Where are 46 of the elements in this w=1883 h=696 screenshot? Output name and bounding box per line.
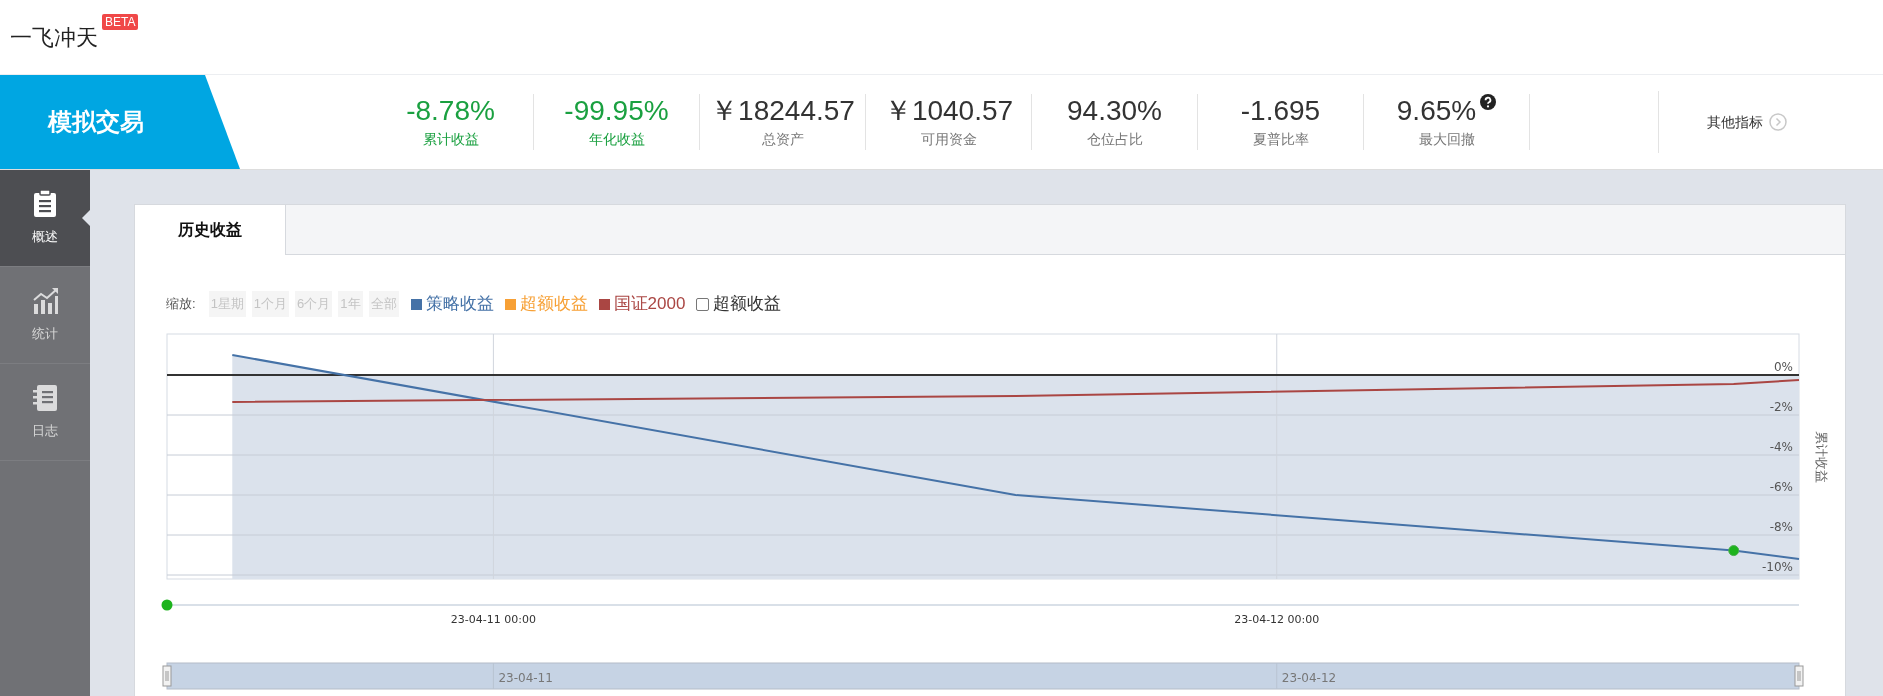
stat-value: 94.30% <box>1067 94 1162 128</box>
sidebar-item[interactable]: 概述 <box>0 170 90 267</box>
stat-label: 可用资金 <box>919 130 978 149</box>
tab[interactable]: 历史收益 <box>135 205 286 255</box>
stat-value: -99.95% <box>564 94 669 128</box>
help-icon[interactable] <box>1480 94 1497 110</box>
axis-tick-label: -6% <box>1769 480 1793 494</box>
notebook-icon <box>31 383 59 414</box>
axis-tick-label: -8% <box>1769 520 1793 534</box>
axis-tick-label: -2% <box>1769 400 1793 414</box>
more-metrics-link[interactable]: 其他指标 <box>1707 111 1763 133</box>
chevron-right-icon <box>1769 113 1787 131</box>
axis-tick-label: -10% <box>1762 560 1793 574</box>
bar-chart-icon <box>31 286 59 317</box>
stat-value: 9.65% <box>1396 94 1477 128</box>
stat-value: -8.78% <box>406 94 495 128</box>
legend-label[interactable]: 国证2000 <box>613 291 686 317</box>
stat-label: 最大回撤 <box>1417 130 1476 149</box>
stat-value: ￥18244.57 <box>710 94 855 128</box>
navigator-label: 23-04-12 <box>1281 671 1337 685</box>
clipboard-icon <box>31 189 59 220</box>
axis-title: 累计收益 <box>1814 430 1829 483</box>
axis-tick-label: 0% <box>1773 360 1793 374</box>
legend-label[interactable]: 策略收益 <box>425 291 494 317</box>
navigator-dot <box>161 599 173 611</box>
axis-tick-label: 23-04-11 00:00 <box>450 613 536 626</box>
checkbox[interactable] <box>696 297 710 311</box>
legend-label[interactable]: 超额收益 <box>519 291 588 317</box>
navigator-label: 23-04-11 <box>498 671 553 685</box>
marker-dot <box>1728 545 1740 557</box>
stat-value: -1.695 <box>1240 94 1321 128</box>
site-logo[interactable]: 一飞冲天 <box>10 20 98 54</box>
stat-label: 累计收益 <box>421 130 480 149</box>
legend-label[interactable]: 超额收益 <box>713 291 782 317</box>
stat-label: 总资产 <box>760 130 805 149</box>
stat-label: 年化收益 <box>587 130 646 149</box>
axis-tick-label: -4% <box>1769 440 1793 454</box>
range-handle[interactable] <box>1794 665 1804 687</box>
zoom-label: 缩放: <box>166 295 196 314</box>
stat-label: 仓位占比 <box>1085 130 1144 149</box>
stat-value: ￥1040.57 <box>883 94 1014 128</box>
range-handle[interactable] <box>162 665 172 687</box>
axis-tick-label: 23-04-12 00:00 <box>1234 613 1320 626</box>
stat-label: 夏普比率 <box>1251 130 1310 149</box>
banner-title: 模拟交易 <box>48 107 144 137</box>
beta-badge: BETA <box>102 14 139 30</box>
